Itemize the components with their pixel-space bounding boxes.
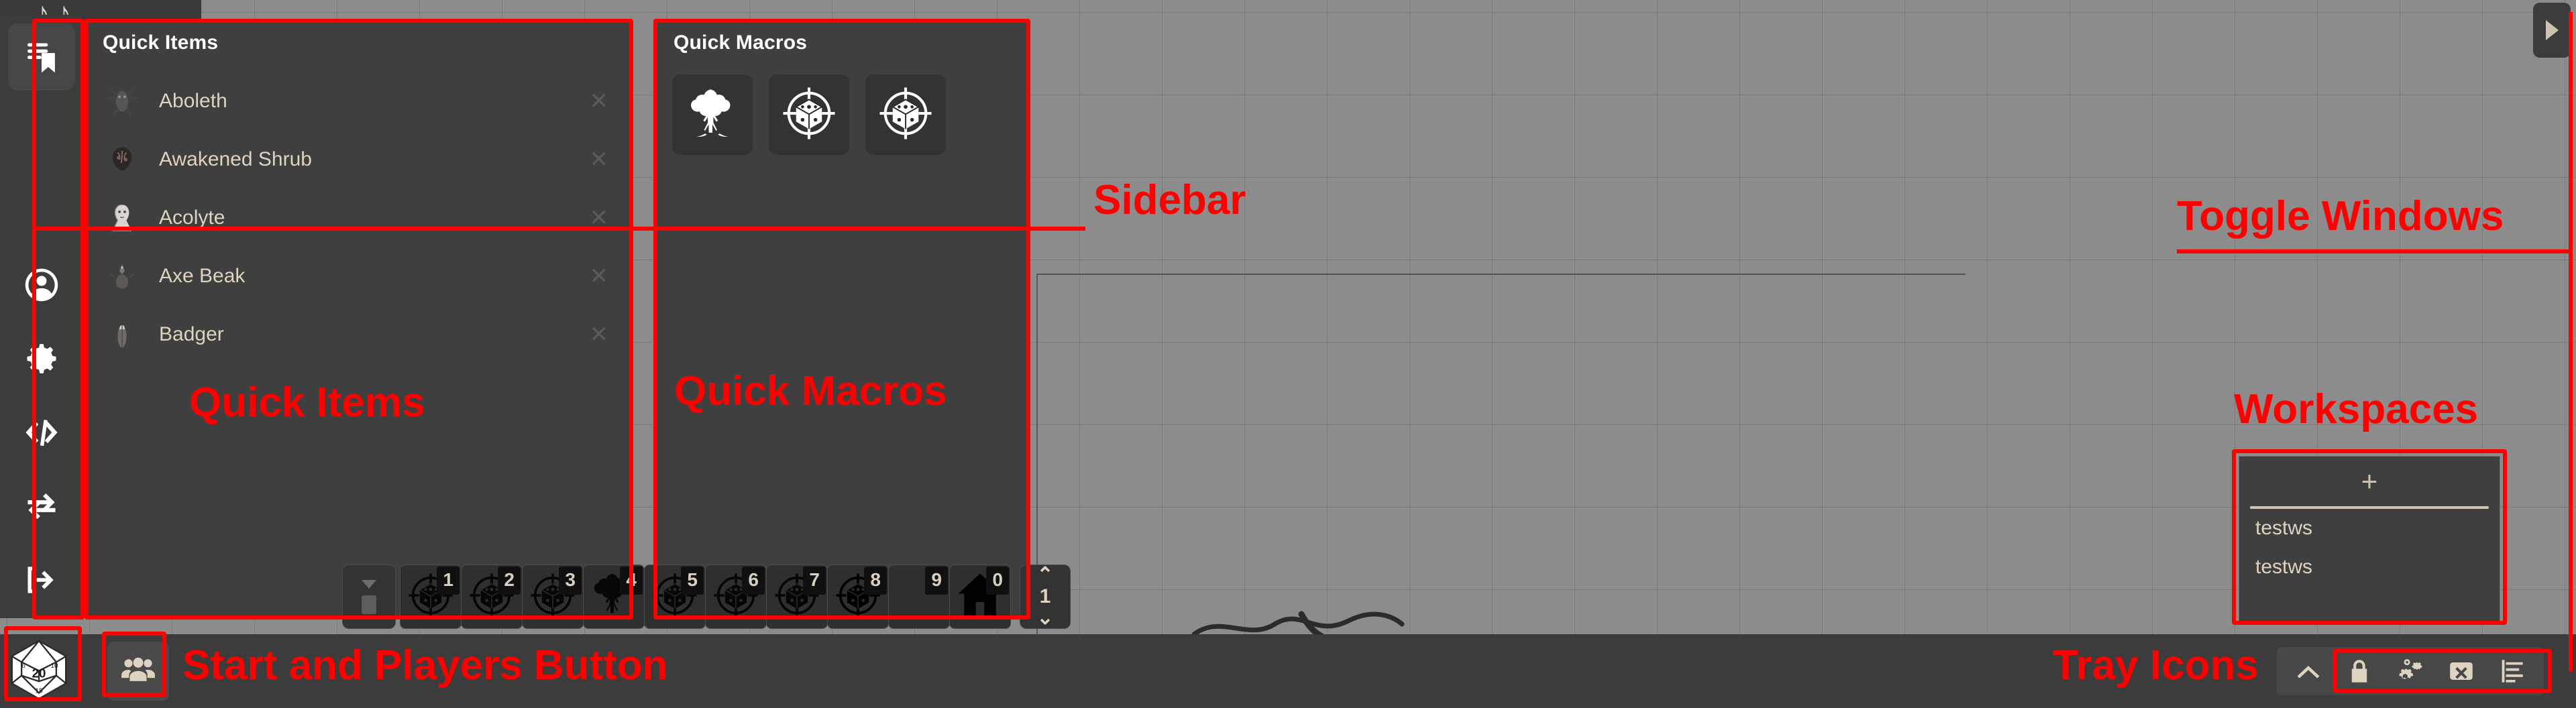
hotbar-page-number: 1 xyxy=(1039,585,1051,607)
list-item[interactable]: Aboleth ✕ xyxy=(84,72,633,130)
list-item-label: Badger xyxy=(159,322,224,345)
scene-boundary xyxy=(1036,274,1966,649)
hotbar-slot-key: 0 xyxy=(986,567,1009,595)
svg-text:20: 20 xyxy=(32,666,46,680)
hotbar-slots[interactable]: 1 2 3 4 5 6 7 8 9 0 xyxy=(400,565,1011,629)
start-button[interactable]: 20 6 10 15 xyxy=(3,638,75,705)
list-item[interactable]: testws xyxy=(2239,509,2500,548)
quick-macros-title: Quick Macros xyxy=(674,32,808,54)
list-item[interactable]: testws xyxy=(2239,548,2500,587)
gears-icon[interactable] xyxy=(2396,657,2424,685)
list-item-label: Aboleth xyxy=(159,89,227,112)
acolyte-token-icon xyxy=(104,200,140,236)
sidebar-item-macros[interactable] xyxy=(5,397,78,471)
hotbar-slot-key: 1 xyxy=(437,567,460,595)
axe-beak-token-icon xyxy=(104,258,140,294)
hotbar-slot-8[interactable]: 8 xyxy=(827,565,889,629)
d20-dice-icon: 20 6 10 15 xyxy=(8,639,70,704)
list-item-label: Axe Beak xyxy=(159,264,246,287)
workspaces-panel[interactable]: + testws testws xyxy=(2239,456,2500,624)
system-tray[interactable] xyxy=(2277,647,2544,695)
people-group-icon xyxy=(119,650,158,693)
aboleth-token-icon xyxy=(104,83,140,119)
hotbar-slot-key: 8 xyxy=(864,567,887,595)
hotbar-slot-7[interactable]: 7 xyxy=(766,565,828,629)
quick-macros-panel[interactable]: Quick Macros xyxy=(654,21,1030,618)
hotbar-slot-key: 9 xyxy=(925,567,948,595)
left-sidebar[interactable] xyxy=(0,15,83,618)
hotbar-slot-6[interactable]: 6 xyxy=(705,565,767,629)
list-item[interactable]: Acolyte ✕ xyxy=(84,188,633,247)
hotbar-slot-1[interactable]: 1 xyxy=(400,565,462,629)
user-circle-icon xyxy=(23,266,60,307)
remove-item-button[interactable]: ✕ xyxy=(590,265,609,288)
list-item-label: Acolyte xyxy=(159,206,225,229)
list-item-label: Awakened Shrub xyxy=(159,148,312,170)
remove-item-button[interactable]: ✕ xyxy=(590,206,609,229)
workspace-label: testws xyxy=(2255,517,2313,539)
quick-items-panel[interactable]: Quick Items Aboleth ✕ Awakened Shrub ✕ A… xyxy=(83,21,633,618)
quick-macros-grid[interactable] xyxy=(655,57,1029,155)
hotbar-slot-key: 3 xyxy=(559,567,582,595)
svg-text:10: 10 xyxy=(50,662,58,670)
hotbar-page-stepper[interactable]: ⌃ 1 ⌄ xyxy=(1020,565,1071,629)
svg-text:15: 15 xyxy=(35,687,43,695)
remove-item-button[interactable]: ✕ xyxy=(590,148,609,171)
chevron-right-icon xyxy=(2545,20,2559,40)
badger-token-icon xyxy=(104,316,140,353)
chevron-up-icon[interactable]: ⌃ xyxy=(1036,565,1053,585)
gear-icon xyxy=(23,340,60,381)
taskbar[interactable]: 20 6 10 15 xyxy=(0,634,2576,708)
hotbar-collapse-button[interactable] xyxy=(342,565,396,629)
lock-icon[interactable] xyxy=(2345,657,2373,685)
close-box-icon[interactable] xyxy=(2447,657,2475,685)
chevron-down-icon[interactable]: ⌄ xyxy=(1036,608,1053,628)
remove-item-button[interactable]: ✕ xyxy=(590,323,609,346)
remove-item-button[interactable]: ✕ xyxy=(590,90,609,113)
workspace-label: testws xyxy=(2255,556,2313,578)
tree-icon xyxy=(683,84,742,146)
code-brackets-icon xyxy=(23,414,60,455)
hotbar-slot-key: 4 xyxy=(620,567,643,595)
page-icon xyxy=(362,595,376,614)
hotbar-slot-2[interactable]: 2 xyxy=(461,565,523,629)
chevron-up-icon[interactable] xyxy=(2294,657,2322,685)
hotbar-slot-key: 2 xyxy=(498,567,521,595)
toggle-windows-button[interactable] xyxy=(2533,3,2571,58)
hotbar-slot-9[interactable]: 9 xyxy=(888,565,950,629)
bar-chart-icon[interactable] xyxy=(2498,657,2526,685)
hotbar-slot-3[interactable]: 3 xyxy=(522,565,584,629)
journal-bookmark-icon xyxy=(7,23,75,91)
list-item[interactable]: Badger ✕ xyxy=(84,305,633,363)
sidebar-item-journal[interactable] xyxy=(5,20,78,94)
hotbar-slot-0[interactable]: 0 xyxy=(949,565,1011,629)
quick-items-list[interactable]: Aboleth ✕ Awakened Shrub ✕ Acolyte ✕ Axe… xyxy=(84,72,633,363)
quick-macro-button-3[interactable] xyxy=(865,74,946,155)
quick-items-title: Quick Items xyxy=(103,32,219,54)
players-button[interactable] xyxy=(107,642,169,701)
shrub-token-icon xyxy=(104,141,140,178)
sidebar-item-account[interactable] xyxy=(5,249,78,323)
hotbar-slot-4[interactable]: 4 xyxy=(583,565,645,629)
chevron-down-icon xyxy=(362,579,376,589)
sync-icon xyxy=(23,487,60,528)
dice-target-icon xyxy=(780,84,839,146)
quick-macro-button-2[interactable] xyxy=(769,74,849,155)
dice-target-icon xyxy=(876,84,935,146)
sidebar-item-settings[interactable] xyxy=(5,323,78,397)
sidebar-item-refresh[interactable] xyxy=(5,471,78,544)
sidebar-item-logout[interactable] xyxy=(5,544,78,618)
hotbar[interactable]: 1 2 3 4 5 6 7 8 9 0 ⌃ 1 ⌄ xyxy=(342,565,1071,629)
list-item[interactable]: Awakened Shrub ✕ xyxy=(84,130,633,188)
hotbar-slot-5[interactable]: 5 xyxy=(644,565,706,629)
list-item[interactable]: Axe Beak ✕ xyxy=(84,247,633,305)
hotbar-slot-key: 7 xyxy=(803,567,826,595)
add-workspace-button[interactable]: + xyxy=(2239,457,2500,506)
svg-text:6: 6 xyxy=(21,662,25,670)
logout-icon xyxy=(23,561,60,602)
quick-macro-button-1[interactable] xyxy=(672,74,753,155)
hotbar-slot-key: 6 xyxy=(742,567,765,595)
hotbar-slot-key: 5 xyxy=(681,567,704,595)
